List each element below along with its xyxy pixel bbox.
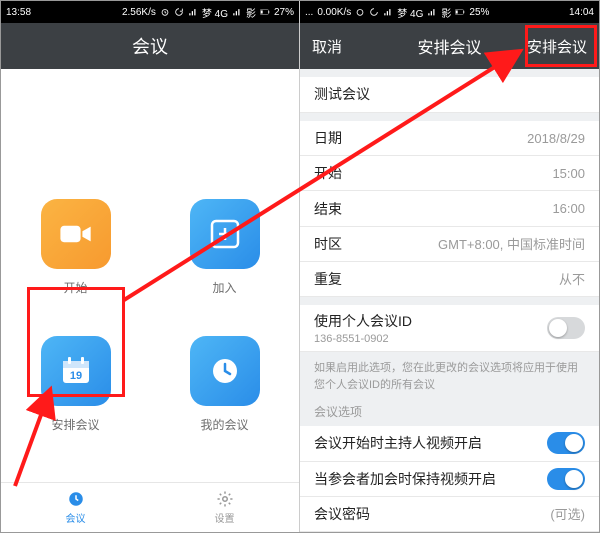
- status-carrier: 梦 4G: [397, 5, 423, 20]
- clock-icon: [210, 356, 240, 386]
- field-pmi[interactable]: 使用个人会议ID 136-8551-0902: [300, 305, 599, 352]
- clock-icon: [67, 490, 85, 508]
- field-label: 会议开始时主持人视频开启: [314, 433, 482, 453]
- battery-icon: [455, 7, 465, 17]
- status-extra: 影: [246, 5, 256, 20]
- status-battery: 27%: [274, 7, 294, 18]
- field-label: 日期: [314, 128, 342, 148]
- field-label: 使用个人会议ID: [314, 311, 412, 331]
- toggle-host-video[interactable]: [547, 432, 585, 454]
- field-value: GMT+8:00, 中国标准时间: [438, 234, 585, 253]
- field-label: 当参会者加会时保持视频开启: [314, 469, 496, 489]
- field-value: 2018/8/29: [527, 131, 585, 146]
- svg-text:19: 19: [69, 370, 81, 382]
- signal-icon: [232, 7, 242, 17]
- status-net: 2.56K/s: [122, 7, 156, 18]
- gear-icon: [216, 490, 234, 508]
- status-bar-left: 13:58 2.56K/s 梦 4G 影 27%: [1, 1, 299, 23]
- calendar-icon: 19: [60, 355, 92, 387]
- nav-bar-left: 会议: [1, 23, 299, 69]
- status-bar-right: ... 0.00K/s 梦 4G 影 25% 14:04: [300, 1, 599, 23]
- tab-settings[interactable]: 设置: [150, 483, 299, 532]
- status-dots: ...: [305, 7, 313, 18]
- home-body: 开始 加入 19 安排会议: [1, 69, 299, 482]
- field-value: 16:00: [552, 201, 585, 216]
- opt-password[interactable]: 会议密码 (可选): [300, 497, 599, 532]
- field-start[interactable]: 开始 15:00: [300, 156, 599, 191]
- options-header: 会议选项: [300, 397, 599, 426]
- schedule-form: 测试会议 日期 2018/8/29 开始 15:00 结束 16:00 时区 G…: [300, 69, 599, 532]
- tile-label: 开始: [63, 279, 87, 296]
- field-repeat[interactable]: 重复 从不: [300, 262, 599, 297]
- tile-start[interactable]: 开始: [41, 199, 111, 296]
- status-time: 13:58: [6, 7, 31, 18]
- tab-label: 会议: [66, 510, 86, 525]
- pmi-note: 如果启用此选项，您在此更改的会议选项将应用于使用您个人会议ID的所有会议: [300, 352, 599, 397]
- field-timezone[interactable]: 时区 GMT+8:00, 中国标准时间: [300, 227, 599, 262]
- status-net: 0.00K/s: [317, 7, 351, 18]
- signal-icon: [188, 7, 198, 17]
- plus-icon: [210, 219, 240, 249]
- battery-icon: [260, 7, 270, 17]
- status-battery: 25%: [469, 7, 489, 18]
- field-end[interactable]: 结束 16:00: [300, 191, 599, 226]
- meeting-name-value: 测试会议: [314, 84, 370, 104]
- sync-icon: [174, 7, 184, 17]
- nav-cancel-button[interactable]: 取消: [312, 36, 342, 57]
- sync-icon: [369, 7, 379, 17]
- alarm-icon: [355, 7, 365, 17]
- opt-attendee-video[interactable]: 当参会者加会时保持视频开启: [300, 462, 599, 497]
- field-date[interactable]: 日期 2018/8/29: [300, 121, 599, 156]
- phone-left: 13:58 2.56K/s 梦 4G 影 27% 会议: [1, 1, 300, 532]
- tile-mine[interactable]: 我的会议: [190, 336, 260, 433]
- signal-icon: [383, 7, 393, 17]
- field-value: 15:00: [552, 166, 585, 181]
- tab-meeting[interactable]: 会议: [1, 483, 150, 532]
- status-extra: 影: [441, 5, 451, 20]
- field-label: 会议密码: [314, 504, 370, 524]
- toggle-attendee-video[interactable]: [547, 468, 585, 490]
- pmi-id: 136-8551-0902: [314, 333, 412, 345]
- field-meeting-name[interactable]: 测试会议: [300, 77, 599, 112]
- nav-done-button[interactable]: 安排会议: [523, 33, 591, 60]
- tile-schedule[interactable]: 19 安排会议: [41, 336, 111, 433]
- status-time: 14:04: [569, 7, 594, 18]
- field-value: (可选): [550, 504, 585, 523]
- video-icon: [58, 223, 94, 245]
- nav-title: 安排会议: [417, 34, 481, 58]
- alarm-icon: [160, 7, 170, 17]
- status-carrier: 梦 4G: [202, 5, 228, 20]
- tile-join[interactable]: 加入: [190, 199, 260, 296]
- field-label: 开始: [314, 163, 342, 183]
- tab-bar: 会议 设置: [1, 482, 299, 532]
- tile-label: 我的会议: [200, 416, 248, 433]
- tile-label: 安排会议: [51, 416, 99, 433]
- nav-bar-right: 取消 安排会议 安排会议: [300, 23, 599, 69]
- tab-label: 设置: [215, 510, 235, 525]
- field-label: 重复: [314, 269, 342, 289]
- nav-title: 会议: [132, 33, 168, 59]
- field-label: 结束: [314, 199, 342, 219]
- field-value: 从不: [559, 269, 585, 288]
- phone-right: ... 0.00K/s 梦 4G 影 25% 14:04 取消 安排会议 安排会…: [300, 1, 599, 532]
- field-label: 时区: [314, 234, 342, 254]
- tile-label: 加入: [212, 279, 236, 296]
- opt-host-video[interactable]: 会议开始时主持人视频开启: [300, 426, 599, 461]
- signal-icon: [427, 7, 437, 17]
- toggle-pmi[interactable]: [547, 317, 585, 339]
